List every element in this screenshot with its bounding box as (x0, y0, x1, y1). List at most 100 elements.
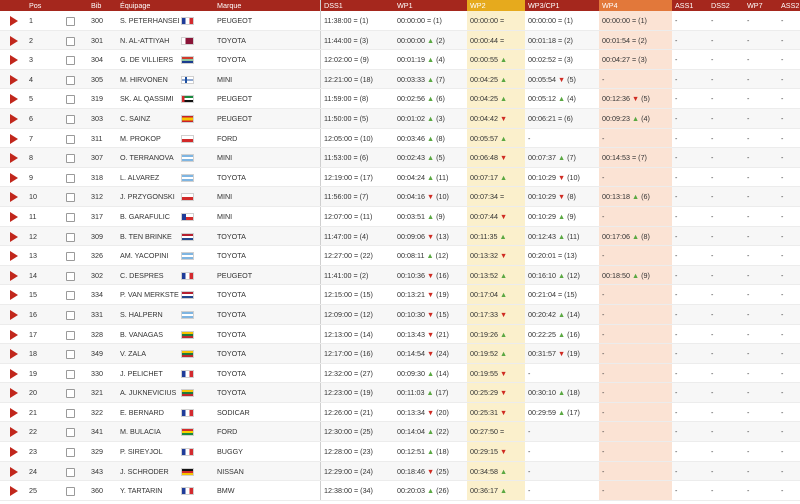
row-checkbox[interactable] (66, 291, 75, 301)
header-bib[interactable]: Bib (88, 0, 117, 11)
table-row: 9 318 L. ALVAREZ TOYOTA 12:19:00 = (17) … (0, 167, 800, 188)
table-row: 5 319 SK. AL QASSIMI PEUGEOT 11:59:00 = … (0, 89, 800, 109)
bib-cell: 341 (91, 427, 103, 437)
dss2-cell: - (711, 35, 714, 45)
row-checkbox[interactable] (66, 350, 75, 360)
row-checkbox[interactable] (66, 114, 75, 124)
expand-arrow-icon[interactable] (10, 388, 18, 399)
pos-cell: 19 (29, 368, 37, 378)
expand-arrow-icon[interactable] (10, 55, 18, 66)
flag-cell (179, 89, 214, 108)
row-checkbox[interactable] (66, 271, 75, 281)
row-checkbox[interactable] (66, 467, 75, 477)
expand-arrow-icon[interactable] (10, 447, 18, 458)
expand-arrow-icon[interactable] (10, 172, 18, 183)
expand-arrow-icon[interactable] (10, 368, 18, 379)
expand-arrow-icon[interactable] (10, 211, 18, 222)
header-dss2[interactable]: DSS2 (708, 0, 744, 11)
expand-arrow-icon[interactable] (10, 94, 18, 105)
row-checkbox[interactable] (66, 252, 75, 262)
expand-arrow-icon[interactable] (10, 349, 18, 360)
row-checkbox[interactable] (66, 408, 75, 418)
expand-arrow-icon[interactable] (10, 153, 18, 164)
header-wp3[interactable]: WP3/CP1 (525, 0, 599, 11)
select-cell (62, 325, 88, 344)
row-checkbox[interactable] (66, 134, 75, 144)
row-checkbox[interactable] (66, 193, 75, 203)
row-checkbox[interactable] (66, 330, 75, 340)
ass2-cell: - (781, 113, 784, 123)
crew-cell: B. TEN BRINKE (120, 231, 172, 241)
expand-arrow-icon[interactable] (10, 427, 18, 438)
row-checkbox[interactable] (66, 212, 75, 222)
expand-arrow-icon[interactable] (10, 16, 18, 26)
expand-arrow-icon[interactable] (10, 251, 18, 262)
wp3-cell: 00:10:29 ▼ (8) (528, 192, 576, 202)
pos-cell: 6 (29, 113, 33, 123)
row-checkbox[interactable] (66, 36, 75, 46)
wp2-cell: 00:04:25 ▲ (467, 89, 525, 108)
expand-arrow-icon[interactable] (10, 231, 18, 242)
row-checkbox[interactable] (66, 389, 75, 399)
expand-arrow-icon[interactable] (10, 407, 18, 418)
brand-cell: NISSAN (217, 466, 244, 476)
flag-icon (181, 350, 194, 359)
pos-cell: 3 (29, 55, 33, 65)
flag-icon (181, 36, 194, 45)
table-row: 14 302 C. DESPRES PEUGEOT 11:41:00 = (2)… (0, 265, 800, 286)
expand-arrow-icon[interactable] (10, 270, 18, 281)
expand-arrow-icon[interactable] (10, 74, 18, 85)
row-checkbox[interactable] (66, 56, 75, 66)
table-row: 15 334 P. VAN MERKSTEIJN TOYOTA 12:15:00… (0, 285, 800, 305)
row-checkbox[interactable] (66, 173, 75, 183)
row-checkbox[interactable] (66, 75, 75, 85)
header-crew[interactable]: Équipage (117, 0, 179, 11)
brand-cell: FORD (217, 133, 238, 143)
expand-arrow-icon[interactable] (10, 466, 18, 477)
expand-arrow-icon[interactable] (10, 486, 18, 497)
header-pos[interactable]: Pos (26, 0, 62, 11)
row-checkbox[interactable] (66, 95, 75, 105)
wp4-cell: - (599, 128, 672, 148)
header-wp1[interactable]: WP1 (394, 0, 467, 11)
row-checkbox[interactable] (66, 232, 75, 242)
header-ass2[interactable]: ASS2 (778, 0, 800, 11)
table-row: 8 307 O. TERRANOVA MINI 11:53:00 = (6) 0… (0, 148, 800, 168)
header-brand[interactable]: Marque (214, 0, 320, 11)
dss1-cell: 11:38:00 = (1) (320, 11, 394, 30)
row-checkbox[interactable] (66, 17, 75, 26)
expand-arrow-icon[interactable] (10, 113, 18, 124)
expand-cell (0, 462, 26, 481)
header-wp4[interactable]: WP4 (599, 0, 672, 11)
ass1-cell: - (675, 16, 678, 25)
row-checkbox[interactable] (66, 154, 75, 164)
row-checkbox[interactable] (66, 487, 75, 497)
row-checkbox[interactable] (66, 310, 75, 320)
expand-cell (0, 403, 26, 422)
wp3-cell: 00:02:52 = (3) (528, 55, 573, 65)
wp2-cell: 00:05:57 ▲ (467, 128, 525, 148)
flag-icon (181, 467, 194, 476)
expand-arrow-icon[interactable] (10, 309, 18, 320)
row-checkbox[interactable] (66, 448, 75, 458)
expand-arrow-icon[interactable] (10, 133, 18, 144)
header-ass1[interactable]: ASS1 (672, 0, 708, 11)
table-row: 1 300 S. PETERHANSEL PEUGEOT 11:38:00 = … (0, 11, 800, 31)
brand-cell: TOYOTA (217, 35, 246, 45)
wp1-cell: 00:13:21 ▼ (19) (397, 290, 449, 300)
expand-arrow-icon[interactable] (10, 192, 18, 203)
row-checkbox[interactable] (66, 369, 75, 379)
expand-arrow-icon[interactable] (10, 35, 18, 46)
expand-arrow-icon[interactable] (10, 290, 18, 301)
header-wp2[interactable]: WP2 (467, 0, 525, 11)
trend-up-icon: ▲ (499, 94, 508, 104)
expand-arrow-icon[interactable] (10, 329, 18, 340)
wp7-cell: - (747, 74, 750, 84)
ass2-cell: - (781, 466, 784, 476)
table-row: 17 328 B. VANAGAS TOYOTA 12:13:00 = (14)… (0, 324, 800, 345)
header-dss1[interactable]: DSS1 (320, 0, 394, 11)
header-wp7[interactable]: WP7 (744, 0, 778, 11)
row-checkbox[interactable] (66, 428, 75, 438)
table-row: 20 321 A. JUKNEVICIUS TOYOTA 12:23:00 = … (0, 383, 800, 403)
ass1-cell: - (675, 211, 678, 221)
